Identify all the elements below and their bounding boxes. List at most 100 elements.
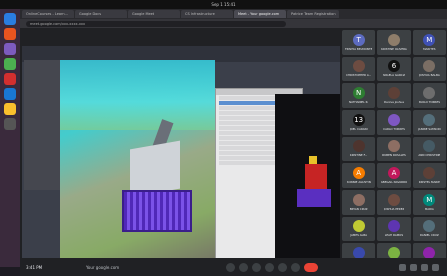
avatar (387, 113, 400, 126)
browser-tab-bar: OnlineCourses - Learn... Google Docs Goo… (20, 9, 447, 19)
participant-name: JAMES ALBA (350, 233, 368, 238)
meet-control-bar: 3:41 PM Your google.com (20, 258, 447, 276)
participant-name: KRISTINE OLIVERA (381, 46, 407, 51)
info-icon[interactable] (399, 263, 406, 271)
browser-icon[interactable] (4, 13, 16, 25)
participant-name: KRISTINE F... (349, 153, 368, 158)
avatar: M (423, 33, 436, 46)
side-controls (399, 263, 439, 271)
participant-tile[interactable]: JOSHUA PEREZ (377, 189, 411, 215)
robot-model-marker (309, 156, 317, 164)
ubuntu-software-icon[interactable] (4, 28, 16, 40)
participant-tile[interactable]: BRYAN CRUZ (342, 189, 376, 215)
settings-icon[interactable] (4, 103, 16, 115)
system-topbar: Sep 1 15:41 (0, 0, 447, 9)
more-options-icon[interactable] (291, 262, 300, 272)
browser-tab[interactable]: Google Docs (75, 10, 127, 18)
vscode-icon[interactable] (4, 88, 16, 100)
browser-tab[interactable]: OnlineCourses - Learn... (22, 10, 74, 18)
people-icon[interactable] (410, 263, 417, 271)
avatar: M (423, 193, 436, 206)
participant-tile[interactable]: M MARIA (412, 189, 446, 215)
participant-tile[interactable]: KRISTEL MARIE (412, 163, 446, 188)
browser-tab[interactable]: Patrice Team Registration (287, 10, 339, 18)
screen: Sep 1 15:41 OnlineCourses - Learn... Goo… (0, 0, 447, 276)
participant-tile[interactable]: A ABEGAIL NAVARRO (377, 163, 411, 188)
participant-tile[interactable]: CARLO TORRES (377, 109, 411, 135)
participant-tile[interactable]: JOSHUA BALBA (412, 56, 446, 82)
files-icon[interactable] (4, 43, 16, 55)
participant-tile[interactable]: CHRISTOPHER A... (342, 56, 376, 82)
activities-icon[interactable] (432, 263, 439, 271)
participant-name: CHRISTOPHER A... (345, 73, 372, 78)
address-bar[interactable]: meet.google.com/xxx-xxxx-xxx (26, 20, 286, 27)
participant-tile[interactable]: JANINE SAMSON (412, 109, 446, 135)
participant-grid: T TRISHIA BELMONTE KRISTINE OLIVERA M MARITE… (342, 30, 446, 268)
captions-icon[interactable] (252, 262, 261, 272)
present-icon[interactable] (278, 262, 287, 272)
participant-name: BRYAN CRUZ (349, 206, 368, 211)
avatar (423, 140, 436, 153)
participant-tile[interactable]: 13 JOEL CARANI (342, 109, 376, 135)
browser-toolbar: meet.google.com/xxx-xxxx-xxx (20, 19, 447, 28)
leave-call-button[interactable] (304, 262, 318, 272)
avatar: A (352, 167, 365, 180)
avatar (387, 87, 400, 100)
browser-tab[interactable]: Google Meet (128, 10, 180, 18)
participant-tile[interactable]: A RONNIE AGUSTIN (342, 163, 376, 188)
camera-icon[interactable] (239, 262, 248, 272)
participant-name: PAOLO TORRES (418, 100, 441, 105)
avatar (352, 60, 365, 73)
participant-tile[interactable]: T TRISHIA BELMONTE (342, 30, 376, 55)
participant-name: JOEL CARANI (349, 126, 368, 131)
participant-tile[interactable]: N NATHANIEL R. (342, 83, 376, 108)
avatar (423, 220, 436, 233)
participant-name: Deniva Joshua (384, 100, 404, 105)
gazebo-icon[interactable] (4, 73, 16, 85)
mic-icon[interactable] (226, 262, 235, 272)
participant-tile[interactable]: RUBEN ROSALES (377, 136, 411, 162)
participant-name: ANGELA GARCIA (382, 73, 406, 78)
participant-tile[interactable]: KRISTINE F... (342, 136, 376, 162)
participant-name: RONNIE AGUSTIN (346, 180, 371, 185)
participant-tile[interactable]: ANN CHRISTINE (412, 136, 446, 162)
screen-share (22, 46, 340, 268)
participant-name: KRISTEL MARIE (418, 180, 440, 185)
browser-tab[interactable]: CS Infrastructure (181, 10, 233, 18)
rviz-view (275, 94, 340, 268)
meet-area: T TRISHIA BELMONTE KRISTINE OLIVERA M MARITE… (20, 28, 447, 268)
participant-tile[interactable]: 6 ANGELA GARCIA (377, 56, 411, 82)
avatar (423, 113, 436, 126)
participant-tile[interactable]: PAOLO TORRES (412, 83, 446, 108)
gazebo-world-panel (24, 60, 60, 190)
participant-name: ANN CHRISTINE (418, 153, 441, 158)
raise-hand-icon[interactable] (265, 262, 274, 272)
participant-name: JOSHUA PEREZ (383, 206, 405, 211)
participant-tile[interactable]: M MARITES (412, 30, 446, 55)
avatar (352, 193, 365, 206)
avatar (352, 140, 365, 153)
terminal-icon[interactable] (4, 58, 16, 70)
participant-tile[interactable]: JAMES ALBA (342, 216, 376, 242)
participant-name: LEAH RAMOS (384, 233, 404, 238)
avatar (387, 220, 400, 233)
participant-name: JANINE SAMSON (418, 126, 441, 131)
chat-icon[interactable] (421, 263, 428, 271)
participant-tile[interactable]: KRISTINE OLIVERA (377, 30, 411, 55)
participant-name: ABEGAIL NAVARRO (380, 180, 408, 185)
purple-basket (122, 190, 192, 232)
avatar: A (387, 167, 400, 180)
avatar (423, 87, 436, 100)
robot-body (130, 140, 180, 198)
participant-name: CARLO TORRES (383, 126, 405, 131)
avatar (423, 167, 436, 180)
apps-grid-icon[interactable] (4, 118, 16, 130)
participant-name: MARIA (424, 206, 434, 211)
avatar (387, 140, 400, 153)
participant-tile[interactable]: LEAH RAMOS (377, 216, 411, 242)
browser-tab-active[interactable]: Meet - Your google.com (234, 10, 286, 18)
call-controls (226, 262, 318, 272)
participant-tile[interactable]: DANIEL CRUZ (412, 216, 446, 242)
meeting-code: Your google.com (86, 264, 120, 270)
participant-tile[interactable]: Deniva Joshua (377, 83, 411, 108)
